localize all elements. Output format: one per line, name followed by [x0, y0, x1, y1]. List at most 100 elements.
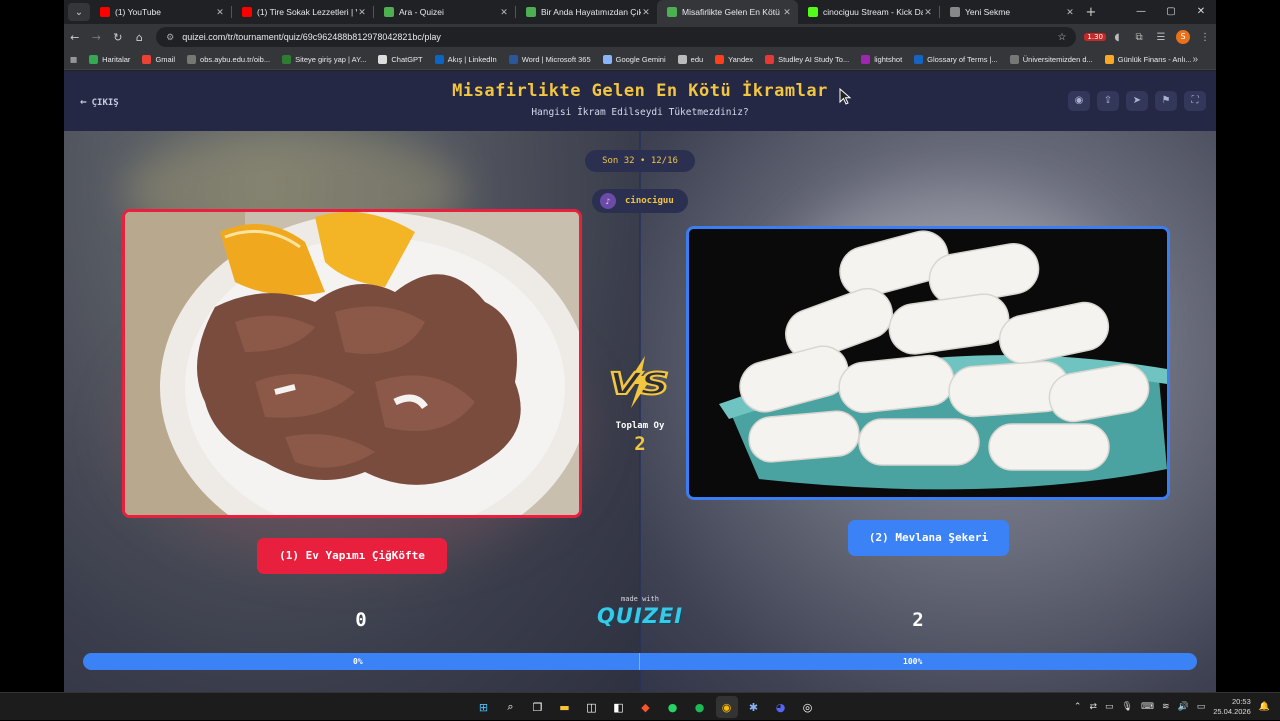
- tab-favicon-icon: [242, 7, 252, 17]
- bookmark-star-icon[interactable]: ☆: [1057, 32, 1066, 43]
- bookmark-label: Siteye giriş yap | AY...: [295, 55, 367, 64]
- home-icon[interactable]: ⌂: [129, 31, 151, 44]
- keyboard-icon[interactable]: ⌨: [1141, 702, 1154, 712]
- task-view-icon[interactable]: ❐: [527, 696, 549, 718]
- browser-tab[interactable]: Ara - Quizei ✕: [374, 0, 515, 24]
- tab-favicon-icon: [384, 7, 394, 17]
- tab-close-icon[interactable]: ✕: [641, 7, 651, 18]
- bookmark-item[interactable]: edu: [677, 55, 704, 64]
- bookmark-item[interactable]: Üniversitemizden d...: [1009, 55, 1093, 64]
- bookmark-item[interactable]: Yandex: [715, 55, 753, 64]
- apps-icon[interactable]: ▦: [70, 55, 77, 64]
- file-explorer-icon[interactable]: ▬: [554, 696, 576, 718]
- notification-icon[interactable]: 🔔: [1259, 702, 1270, 712]
- microphone-icon[interactable]: 🎙: [1122, 702, 1133, 712]
- bookmark-label: Haritalar: [102, 55, 131, 64]
- tab-close-icon[interactable]: ✕: [215, 7, 225, 18]
- send-icon[interactable]: ➤: [1126, 91, 1148, 111]
- bookmark-item[interactable]: Günlük Finans - Anlı...: [1104, 55, 1192, 64]
- bookmark-favicon-icon: [602, 55, 612, 64]
- reload-icon[interactable]: ↻: [107, 31, 129, 44]
- maximize-icon[interactable]: ▢: [1156, 0, 1186, 24]
- chrome-icon[interactable]: ◉: [715, 696, 738, 718]
- store-icon[interactable]: ◫: [581, 696, 603, 718]
- bookmark-item[interactable]: ChatGPT: [378, 55, 423, 64]
- vote-left-button[interactable]: (1) Ev Yapımı ÇiğKöfte: [257, 538, 447, 574]
- browser-tab[interactable]: Yeni Sekme ✕: [940, 0, 1081, 24]
- option-left-image[interactable]: [122, 209, 582, 518]
- bookmark-label: Günlük Finans - Anlı...: [1117, 55, 1192, 64]
- bookmark-label: Google Gemini: [615, 55, 666, 64]
- forward-icon[interactable]: →: [86, 31, 108, 44]
- bookmark-item[interactable]: Studley AI Study To...: [765, 55, 849, 64]
- tray-icon[interactable]: ⇄: [1089, 702, 1097, 712]
- tab-strip: ⌄ (1) YouTube ✕ (1) Tire Sokak Lezzetleri …: [64, 0, 1216, 24]
- window-controls: — ▢ ✕: [1126, 0, 1216, 24]
- tab-close-icon[interactable]: ✕: [499, 7, 509, 18]
- puzzle-icon[interactable]: ⧉: [1128, 32, 1150, 43]
- tab-close-icon[interactable]: ✕: [923, 7, 933, 18]
- quiz-header: ← ÇIKIŞ Misafirlikte Gelen En Kötü İkraml…: [64, 71, 1216, 131]
- profile-avatar[interactable]: S: [1176, 30, 1191, 44]
- tab-close-icon[interactable]: ✕: [1065, 7, 1075, 18]
- address-bar[interactable]: ⚙ quizei.com/tr/tournament/quiz/69c96248…: [156, 27, 1077, 47]
- app-icon-2[interactable]: ✱: [743, 696, 765, 718]
- extension-badge[interactable]: 1.30: [1084, 33, 1107, 41]
- bookmark-item[interactable]: Word | Microsoft 365: [508, 55, 591, 64]
- browser-tab[interactable]: cinociguu Stream - Kick Dashb✕: [798, 0, 939, 24]
- spotify-icon[interactable]: ●: [689, 696, 711, 718]
- bookmark-item[interactable]: Akış | LinkedIn: [434, 55, 497, 64]
- whatsapp-icon[interactable]: ●: [662, 696, 684, 718]
- browser-tab[interactable]: (1) Tire Sokak Lezzetleri | Vlog✕: [232, 0, 373, 24]
- tab-close-icon[interactable]: ✕: [357, 7, 367, 18]
- browser-tab[interactable]: Misafirlikte Gelen En Kötü İkram✕: [657, 0, 798, 24]
- volume-icon[interactable]: 🔊: [1178, 702, 1189, 712]
- more-bookmarks-icon[interactable]: »: [1192, 54, 1198, 65]
- minimize-icon[interactable]: —: [1126, 0, 1156, 24]
- bookmark-favicon-icon: [765, 55, 775, 64]
- brave-icon[interactable]: ◆: [635, 696, 657, 718]
- quizei-logo[interactable]: QUIZEI: [590, 604, 690, 628]
- bookmark-item[interactable]: Siteye giriş yap | AY...: [282, 55, 366, 64]
- browser-tab[interactable]: (1) YouTube ✕: [90, 0, 231, 24]
- bookmark-item[interactable]: obs.aybu.edu.tr/oib...: [187, 55, 270, 64]
- new-tab-button[interactable]: +: [1081, 5, 1101, 20]
- tab-close-icon[interactable]: ✕: [782, 7, 792, 18]
- obs-icon[interactable]: ◎: [797, 696, 819, 718]
- bookmark-label: Glossary of Terms |...: [927, 55, 998, 64]
- share-icon[interactable]: ⇪: [1097, 91, 1119, 111]
- bookmark-favicon-icon: [861, 55, 871, 64]
- search-icon[interactable]: ⌕: [500, 696, 522, 718]
- made-with-text: made with: [621, 595, 659, 603]
- battery-icon[interactable]: ▭: [1197, 702, 1206, 712]
- clock[interactable]: 20:53 25.04.2026: [1213, 697, 1251, 717]
- tray-icon-2[interactable]: ▭: [1105, 702, 1114, 712]
- back-icon[interactable]: ←: [64, 31, 86, 44]
- bookmark-item[interactable]: Google Gemini: [602, 55, 666, 64]
- flag-icon[interactable]: ⚑: [1155, 91, 1177, 111]
- bookmark-item[interactable]: Glossary of Terms |...: [914, 55, 998, 64]
- bookmark-item[interactable]: lightshot: [861, 55, 902, 64]
- extension-icon[interactable]: ◖: [1106, 32, 1128, 43]
- bookmark-item[interactable]: Gmail: [142, 55, 175, 64]
- close-icon[interactable]: ✕: [1186, 0, 1216, 24]
- reading-list-icon[interactable]: ☰: [1150, 32, 1172, 43]
- option-right-image[interactable]: [686, 226, 1170, 500]
- discord-icon[interactable]: ◕: [770, 696, 792, 718]
- bookmark-item[interactable]: Haritalar: [89, 55, 130, 64]
- bookmark-label: Gmail: [155, 55, 176, 64]
- fullscreen-icon[interactable]: ⛶: [1184, 91, 1206, 111]
- browser-tab[interactable]: Bir Anda Hayatımızdan Çıkan A✕: [516, 0, 657, 24]
- vote-right-button[interactable]: (2) Mevlana Şekeri: [848, 520, 1009, 556]
- app-icon[interactable]: ◧: [608, 696, 630, 718]
- wifi-icon[interactable]: ≋: [1162, 702, 1170, 712]
- windows-start-icon[interactable]: ⊞: [473, 696, 495, 718]
- tab-search-button[interactable]: ⌄: [68, 3, 90, 21]
- eye-icon[interactable]: ◉: [1068, 91, 1090, 111]
- tab-title: Bir Anda Hayatımızdan Çıkan A: [541, 7, 641, 17]
- site-info-icon[interactable]: ⚙: [166, 32, 174, 43]
- bookmark-label: obs.aybu.edu.tr/oib...: [200, 55, 271, 64]
- bookmark-label: edu: [690, 55, 704, 64]
- chevron-up-icon[interactable]: ⌃: [1074, 702, 1082, 712]
- more-icon[interactable]: ⋮: [1194, 32, 1216, 43]
